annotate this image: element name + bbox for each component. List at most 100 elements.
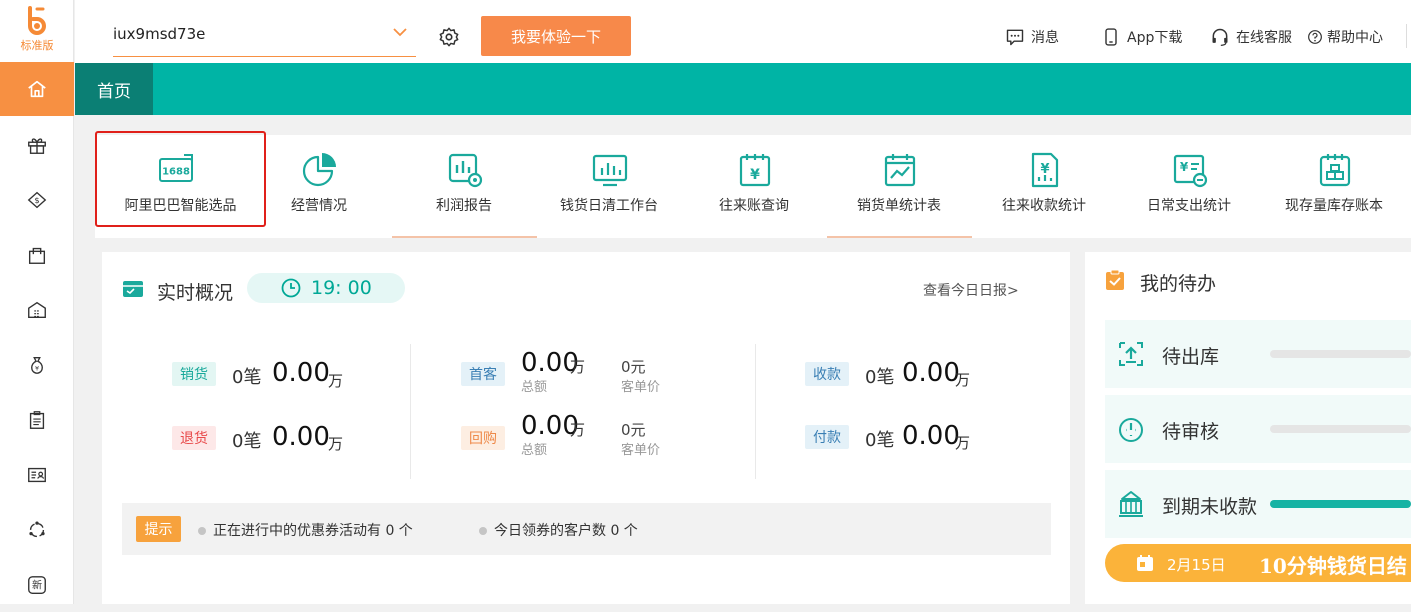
sidebar: 标准版 $ ¥ 新 xyxy=(0,0,74,604)
expense-icon: ¥ xyxy=(1173,154,1208,188)
returns-count: 0笔 xyxy=(232,431,262,452)
bullet-dot xyxy=(479,527,487,535)
todo-item-pending-review[interactable]: 待审核 xyxy=(1105,395,1411,463)
try-button[interactable]: 我要体验一下 xyxy=(481,16,631,56)
bullet-dot xyxy=(198,527,206,535)
pie-chart-icon xyxy=(302,153,336,187)
first-purchase-total-label: 总额 xyxy=(521,380,548,395)
quicknav-item-profit-report[interactable]: 利润报告 xyxy=(392,135,536,238)
quicknav-item-business[interactable]: 经营情况 xyxy=(247,135,391,238)
gift-icon xyxy=(28,138,46,154)
repurchase-avg: 0元 xyxy=(621,421,646,439)
column-divider xyxy=(410,344,411,479)
online-service-link[interactable]: 在线客服 xyxy=(1210,26,1292,48)
topbar-divider xyxy=(1406,24,1407,48)
app-logo[interactable]: 标准版 xyxy=(0,0,74,62)
sidebar-item-staff[interactable] xyxy=(0,448,74,502)
headset-icon xyxy=(1212,28,1228,46)
quicknav-item-sales-stats[interactable]: 销货单统计表 xyxy=(827,135,971,238)
quicknav-item-receipt-stats[interactable]: ¥ 往来收款统计 xyxy=(972,135,1116,238)
todo-progress-track xyxy=(1270,425,1411,433)
sidebar-item-network[interactable] xyxy=(0,503,74,557)
receipts-amount: 0.00 xyxy=(902,358,960,388)
quicknav-label: 现存量库存账本 xyxy=(1285,198,1383,214)
message-icon xyxy=(1006,29,1024,46)
receipts-count: 0笔 xyxy=(865,367,895,388)
daily-settlement-banner[interactable]: 2月15日 10分钟钱货日结 xyxy=(1105,544,1411,582)
sales-amount: 0.00 xyxy=(272,358,330,388)
payments-amount: 0.00 xyxy=(902,421,960,451)
sidebar-item-orders[interactable] xyxy=(0,393,74,447)
sales-unit: 万 xyxy=(328,372,344,390)
sidebar-item-purchase[interactable] xyxy=(0,228,74,282)
tab-bar: 首页 xyxy=(75,63,1411,115)
todo-title: 我的待办 xyxy=(1140,273,1217,295)
coupon-customers-text: 今日领券的客户数 0 个 xyxy=(494,523,638,539)
trend-calendar-icon xyxy=(884,154,916,187)
sales-count: 0笔 xyxy=(232,367,262,388)
realtime-title: 实时概况 xyxy=(157,282,234,304)
quicknav-item-1688[interactable]: 1688 阿里巴巴智能选品 xyxy=(95,131,266,227)
sidebar-item-finance[interactable]: $ xyxy=(0,173,74,227)
todo-progress-track xyxy=(1270,350,1411,358)
sales-tag: 销货 xyxy=(172,362,216,386)
payments-count: 0笔 xyxy=(865,430,895,451)
app-download-link[interactable]: App下载 xyxy=(1101,26,1182,48)
daily-report-link[interactable]: 查看今日日报> xyxy=(923,280,1019,300)
first-purchase-tag: 首客 xyxy=(461,362,505,386)
realtime-panel: 实时概况 19: 00 查看今日日报> 销货 0笔 0.00 万 退货 0笔 0… xyxy=(102,252,1070,604)
message-link[interactable]: 消息 xyxy=(1005,26,1059,48)
quicknav-item-inventory-ledger[interactable]: 现存量库存账本 xyxy=(1262,135,1406,238)
top-bar: iux9msd73e 我要体验一下 消息 App下载 在线客服 帮助中心 xyxy=(75,0,1411,63)
account-select[interactable]: iux9msd73e xyxy=(113,19,416,57)
profit-report-icon xyxy=(448,153,483,188)
todo-progress-fill xyxy=(1270,500,1411,508)
inventory-icon xyxy=(1319,154,1351,187)
todo-item-overdue-receivable[interactable]: 到期未收款 xyxy=(1105,470,1411,538)
quicknav-underline xyxy=(392,236,537,238)
quicknav-label: 往来账查询 xyxy=(719,198,789,214)
repurchase-avg-label: 客单价 xyxy=(621,443,661,458)
sidebar-item-funds[interactable]: ¥ xyxy=(0,338,74,392)
help-icon xyxy=(1308,30,1322,44)
svg-text:1688: 1688 xyxy=(162,167,190,178)
gear-icon[interactable] xyxy=(438,26,460,48)
first-purchase-avg: 0元 xyxy=(621,358,646,376)
quicknav-label: 钱货日清工作台 xyxy=(560,198,658,214)
quicknav-item-daily-workbench[interactable]: 钱货日清工作台 xyxy=(537,135,681,238)
payments-unit: 万 xyxy=(955,434,971,452)
sidebar-item-warehouse[interactable] xyxy=(0,283,74,337)
shopping-bag-icon xyxy=(28,247,46,264)
calendar-icon xyxy=(1137,555,1153,571)
1688-icon: 1688 xyxy=(159,154,193,182)
quicknav-label: 利润报告 xyxy=(436,198,492,214)
shop-cart-icon xyxy=(1119,491,1143,517)
quicknav-item-accounts-query[interactable]: ¥ 往来账查询 xyxy=(682,135,826,238)
coupon-activity-text: 正在进行中的优惠券活动有 0 个 xyxy=(213,523,413,539)
sidebar-item-home[interactable] xyxy=(0,62,74,116)
realtime-icon xyxy=(123,281,143,297)
help-center-link[interactable]: 帮助中心 xyxy=(1307,26,1383,48)
home-icon xyxy=(28,80,46,98)
quicknav-item-expense-stats[interactable]: ¥ 日常支出统计 xyxy=(1117,135,1261,238)
yuan-calendar-icon: ¥ xyxy=(739,154,771,187)
tip-bar: 提示 正在进行中的优惠券活动有 0 个 今日领券的客户数 0 个 xyxy=(122,503,1051,555)
receipts-tag: 收款 xyxy=(805,362,849,386)
app-download-label: App下载 xyxy=(1127,30,1183,46)
realtime-time: 19: 00 xyxy=(311,277,372,299)
svg-text:$: $ xyxy=(34,195,39,205)
todo-item-pending-outbound[interactable]: 待出库 xyxy=(1105,320,1411,388)
repurchase-total-label: 总额 xyxy=(521,443,548,458)
receipts-unit: 万 xyxy=(955,371,971,389)
tip-tag: 提示 xyxy=(136,516,181,542)
quicknav-label: 日常支出统计 xyxy=(1147,198,1231,214)
svg-text:新: 新 xyxy=(32,579,42,592)
sidebar-item-promotion[interactable] xyxy=(0,118,74,172)
todo-clipboard-icon xyxy=(1106,269,1124,290)
online-service-label: 在线客服 xyxy=(1236,30,1292,46)
quick-nav: 1688 阿里巴巴智能选品 经营情况 利润报告 钱货日清工作台 ¥ 往来账查询 … xyxy=(95,131,1411,238)
quicknav-label: 经营情况 xyxy=(291,198,347,214)
clock-icon xyxy=(281,278,301,298)
network-icon xyxy=(29,521,45,538)
tab-home[interactable]: 首页 xyxy=(75,63,153,115)
